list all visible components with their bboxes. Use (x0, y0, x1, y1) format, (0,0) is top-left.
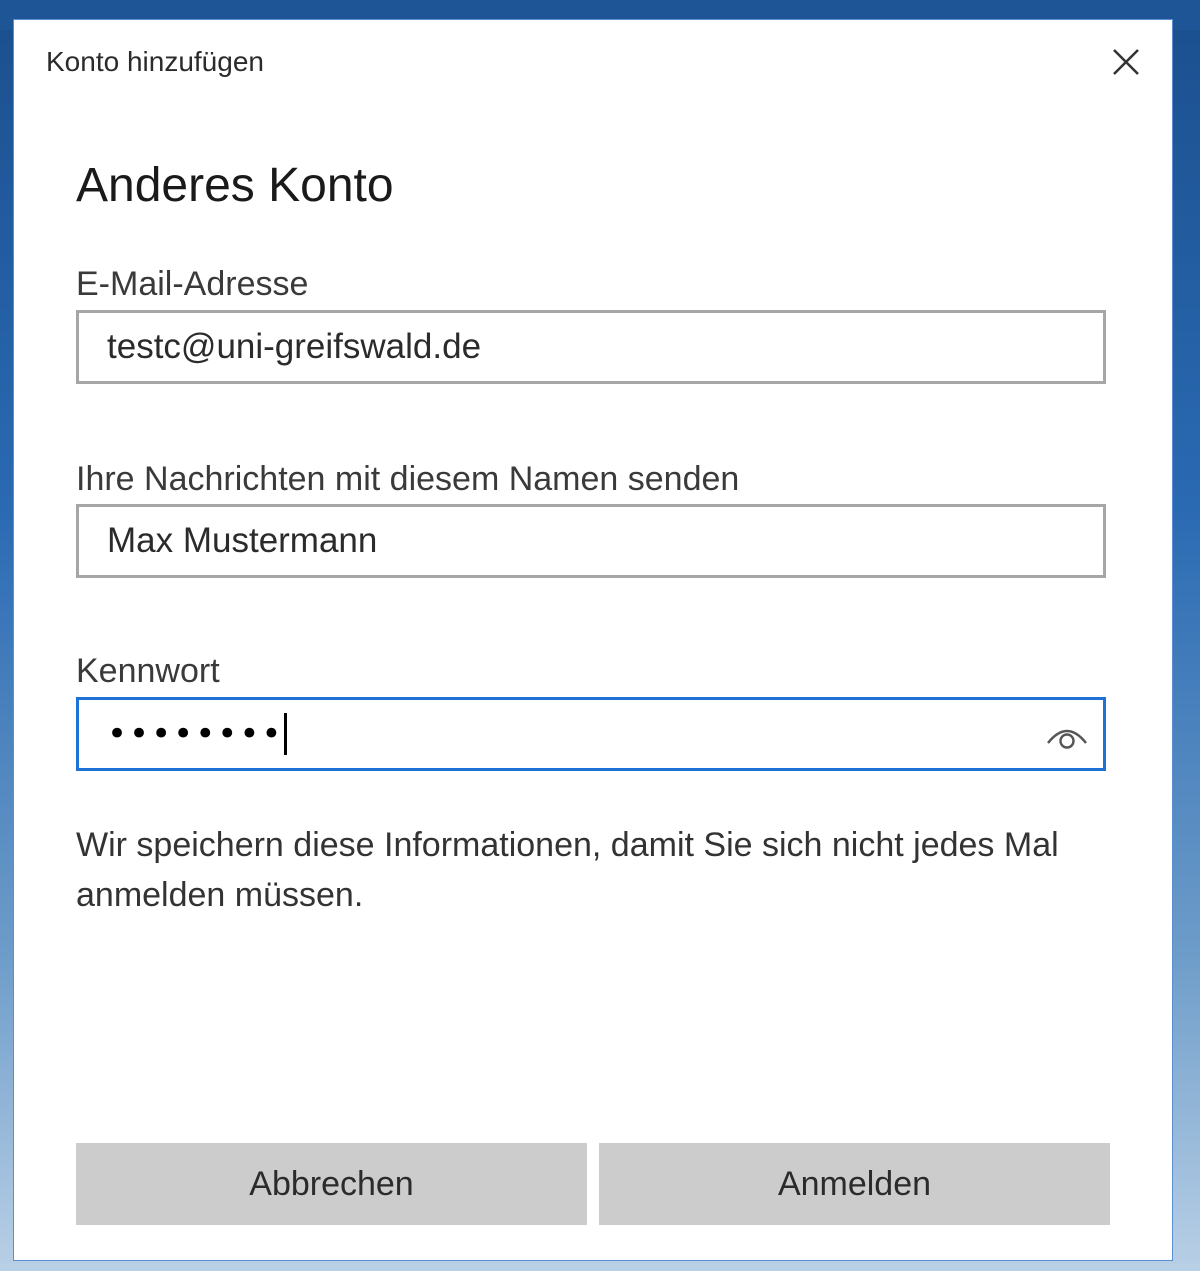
dialog-title: Konto hinzufügen (46, 46, 264, 77)
dialog-titlebar: Konto hinzufügen (14, 20, 1172, 100)
signin-button[interactable]: Anmelden (599, 1143, 1110, 1225)
cancel-button[interactable]: Abbrechen (76, 1143, 587, 1225)
sender-name-field[interactable]: Max Mustermann (76, 504, 1106, 578)
sender-name-value: Max Mustermann (107, 521, 378, 560)
email-field[interactable]: testc@uni-greifswald.de (76, 310, 1106, 384)
add-account-dialog: Konto hinzufügen Anderes Konto E-Mail-Ad… (14, 20, 1172, 1260)
text-caret (284, 713, 288, 755)
close-icon (1113, 49, 1139, 75)
sender-name-label: Ihre Nachrichten mit diesem Namen senden (76, 460, 740, 498)
password-value: •••••••• (107, 700, 288, 768)
info-text: Wir speichern diese Informationen, damit… (76, 826, 1059, 914)
email-label: E-Mail-Adresse (76, 265, 309, 303)
reveal-password-button[interactable] (1041, 710, 1093, 762)
eye-icon (1047, 729, 1087, 749)
email-value: testc@uni-greifswald.de (107, 327, 482, 366)
password-mask: •••••••• (107, 714, 284, 754)
close-button[interactable] (1104, 40, 1148, 84)
password-label: Kennwort (76, 652, 220, 690)
password-field[interactable]: •••••••• (76, 697, 1106, 771)
page-heading: Anderes Konto (76, 159, 394, 212)
